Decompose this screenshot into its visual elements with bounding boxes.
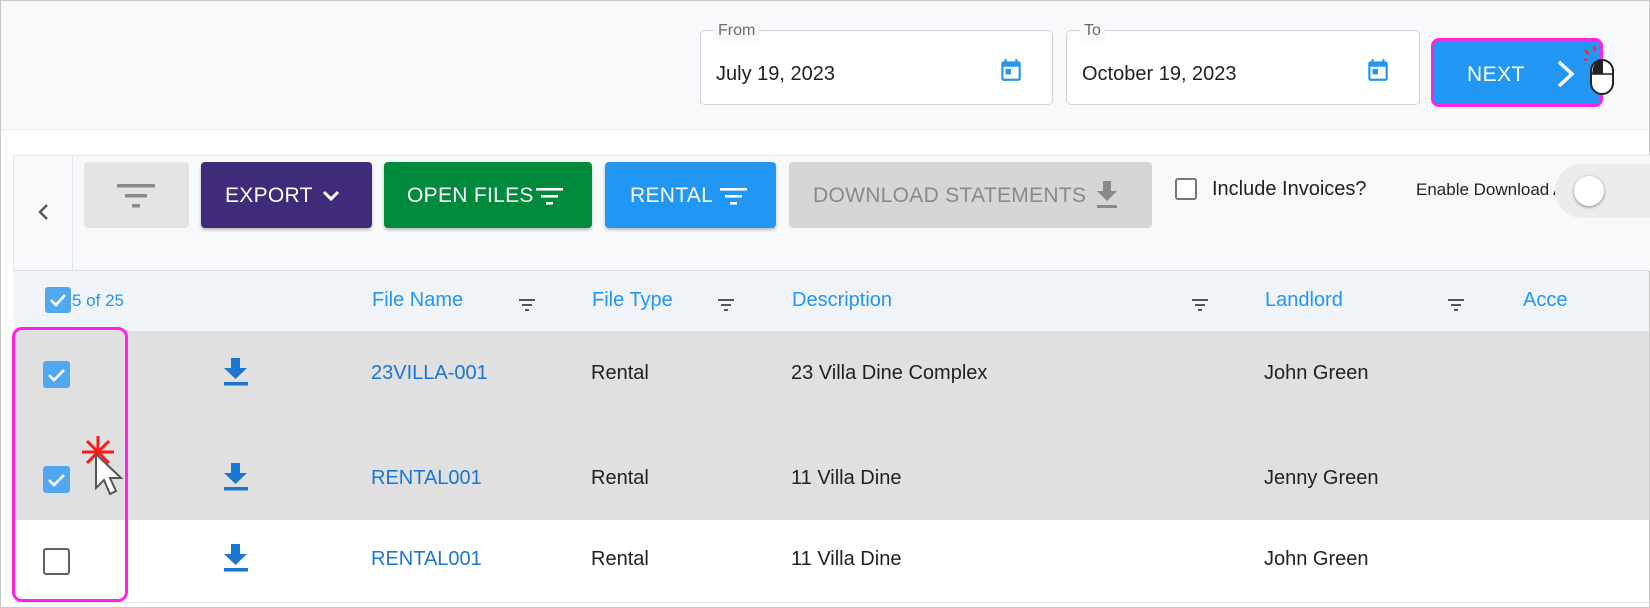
description-cell: 23 Villa Dine Complex xyxy=(791,362,988,384)
include-invoices-checkbox[interactable] xyxy=(1175,178,1197,200)
include-invoices-label: Include Invoices? xyxy=(1212,178,1367,200)
download-icon[interactable] xyxy=(223,543,249,573)
file-type-cell: Rental xyxy=(591,362,649,384)
landlord-cell: John Green xyxy=(1264,362,1369,384)
open-files-button-label: OPEN FILES xyxy=(407,184,534,207)
selection-count: 5 of 25 xyxy=(72,291,124,310)
open-files-button[interactable]: OPEN FILES xyxy=(384,162,592,228)
chevron-down-icon xyxy=(322,190,340,202)
toggle-knob[interactable] xyxy=(1574,176,1604,206)
collapse-panel-button[interactable] xyxy=(14,156,73,271)
table-row[interactable]: 23VILLA-001 Rental 23 Villa Dine Complex… xyxy=(13,331,1649,431)
rental-button[interactable]: RENTAL xyxy=(605,162,776,228)
column-header-acce[interactable]: Acce xyxy=(1523,289,1567,312)
table-row[interactable]: RENTAL001 Rental 11 Villa Dine John Gree… xyxy=(13,520,1649,603)
download-statements-button[interactable]: DOWNLOAD STATEMENTS xyxy=(789,162,1152,228)
file-name-link[interactable]: 23VILLA-001 xyxy=(371,362,488,385)
description-cell: 11 Villa Dine xyxy=(791,548,902,570)
column-header-description[interactable]: Description xyxy=(792,289,892,312)
export-button[interactable]: EXPORT xyxy=(201,162,372,228)
export-button-label: EXPORT xyxy=(225,184,313,207)
next-button-label: NEXT xyxy=(1467,63,1526,86)
landlord-cell: John Green xyxy=(1264,548,1369,570)
chevron-right-icon xyxy=(1557,60,1575,88)
date-range-bar: From July 19, 2023 To October 19, 2023 N… xyxy=(1,1,1648,130)
mouse-icon xyxy=(1584,46,1614,95)
filter-icon[interactable] xyxy=(519,299,535,311)
enable-download-all-label: Enable Download All xyxy=(1416,180,1572,199)
description-cell: 11 Villa Dine xyxy=(791,467,902,489)
rental-button-label: RENTAL xyxy=(630,184,714,207)
filter-button[interactable] xyxy=(84,162,189,228)
file-name-link[interactable]: RENTAL001 xyxy=(371,467,482,490)
column-header-file-name[interactable]: File Name xyxy=(372,289,463,312)
filter-icon xyxy=(117,184,155,208)
column-header-landlord[interactable]: Landlord xyxy=(1265,289,1343,312)
filter-icon[interactable] xyxy=(718,299,734,311)
to-date-value[interactable]: October 19, 2023 xyxy=(1082,63,1237,86)
column-header-file-type[interactable]: File Type xyxy=(592,289,673,312)
from-date-label: From xyxy=(714,21,760,41)
download-icon[interactable] xyxy=(223,462,249,492)
download-icon xyxy=(1097,181,1117,208)
check-icon xyxy=(50,294,66,307)
filter-icon[interactable] xyxy=(1192,299,1208,311)
next-button[interactable]: NEXT xyxy=(1431,38,1603,107)
from-date-value[interactable]: July 19, 2023 xyxy=(716,63,835,86)
download-statements-button-label: DOWNLOAD STATEMENTS xyxy=(813,184,1087,207)
file-type-cell: Rental xyxy=(591,467,649,489)
from-date-field[interactable]: From July 19, 2023 xyxy=(700,21,1053,105)
download-icon[interactable] xyxy=(223,357,249,387)
calendar-icon[interactable] xyxy=(1365,57,1391,83)
file-name-link[interactable]: RENTAL001 xyxy=(371,548,482,571)
cursor-icon xyxy=(95,452,124,496)
calendar-icon[interactable] xyxy=(998,57,1024,83)
landlord-cell: Jenny Green xyxy=(1264,467,1379,489)
table-header: 5 of 25 File Name File Type Description … xyxy=(13,270,1649,332)
filter-icon[interactable] xyxy=(1448,299,1464,311)
filter-icon xyxy=(536,188,563,205)
to-date-field[interactable]: To October 19, 2023 xyxy=(1066,21,1420,105)
to-date-label: To xyxy=(1080,21,1105,41)
table-toolbar: EXPORT OPEN FILES RENTAL DOWNLOAD STATEM… xyxy=(13,155,1650,271)
filter-icon xyxy=(720,188,747,205)
file-type-cell: Rental xyxy=(591,548,649,570)
table-row[interactable]: RENTAL001 Rental 11 Villa Dine Jenny Gre… xyxy=(13,431,1649,520)
chevron-left-icon xyxy=(38,204,48,220)
select-all-checkbox[interactable] xyxy=(45,287,71,313)
